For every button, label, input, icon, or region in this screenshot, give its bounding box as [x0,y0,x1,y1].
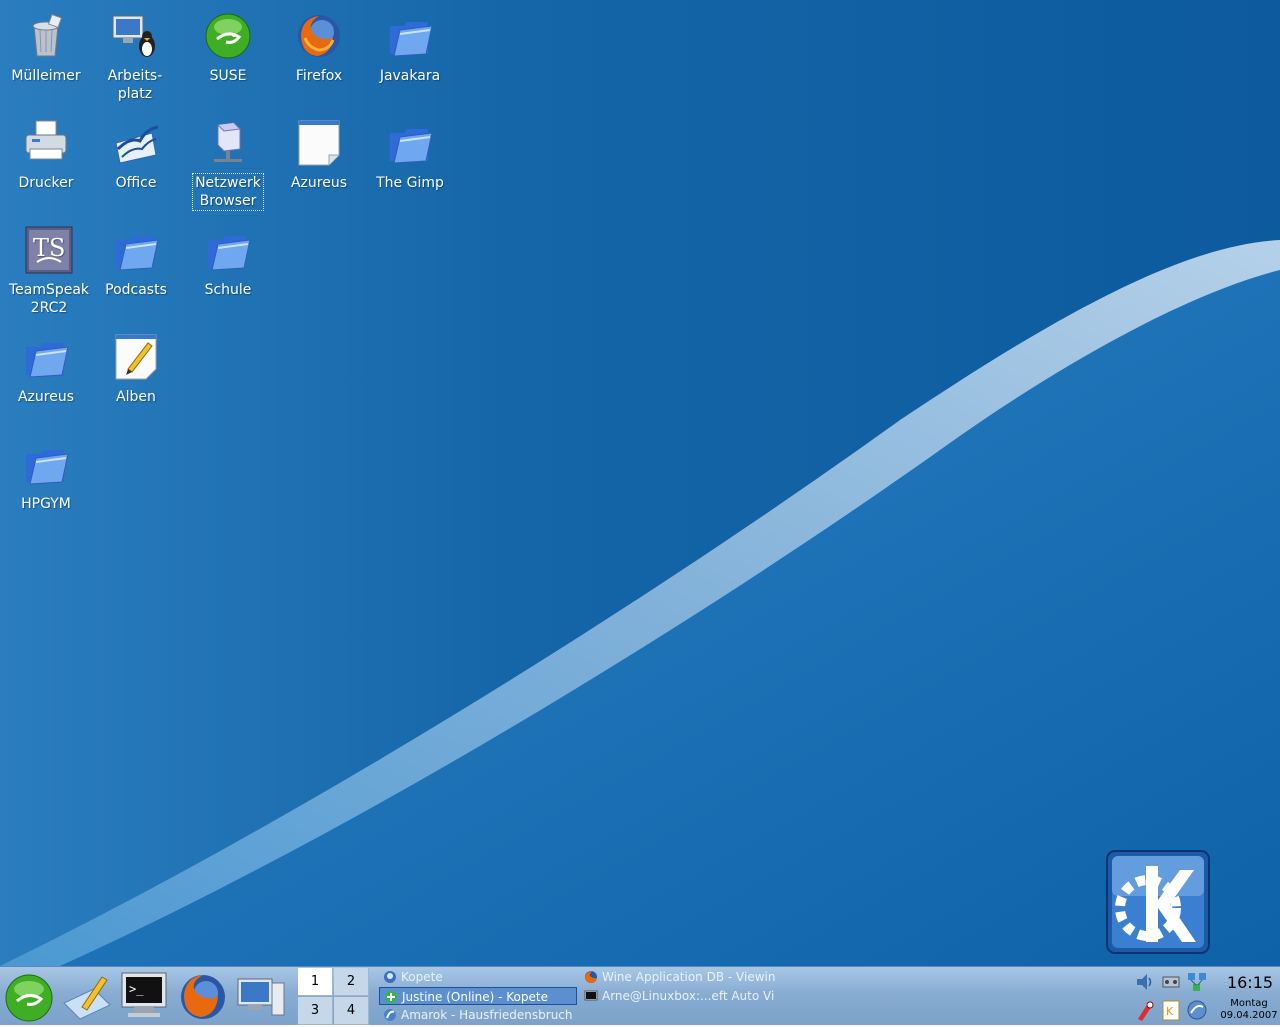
folder-icon [26,343,69,378]
kopete-status-icon [385,991,397,1003]
folder-icon [116,236,159,271]
volume-icon[interactable] [1134,971,1156,993]
firefox-launcher[interactable] [176,969,230,1023]
folder-icon [26,450,69,485]
desktop-icon-podcasts[interactable]: Podcasts [90,226,182,299]
desktop-icon-azureus-file[interactable]: Azureus [273,119,365,192]
desktop-icon-label: Schule [204,282,252,298]
desktop-icon-label: Javakara [379,68,441,84]
desktop-icon-office[interactable]: Office [90,119,182,192]
firefox-icon [585,971,597,983]
folder-icon [208,236,251,271]
clock-date: 09.04.2007 [1220,1010,1278,1021]
task-kopete-chat[interactable]: Justine (Online) - Kopete [379,987,577,1005]
desktop-icon-azureus-folder[interactable]: Azureus [0,333,92,406]
task-firefox-winedb[interactable]: Wine Application DB - Viewin [580,968,776,986]
amarok-icon [384,1009,396,1021]
pager-desktop-2[interactable]: 2 [334,968,369,996]
network-monitor-icon[interactable] [1160,971,1182,993]
pager-desktop-4[interactable]: 4 [334,997,369,1025]
terminal-icon [584,990,598,1001]
kwrite-icon [63,976,111,1020]
desktop-icon-workplace[interactable]: Arbeits- platz [89,12,181,103]
svg-text:>_: >_ [129,982,144,996]
printer-icon [25,120,67,160]
suse-menu-button[interactable] [2,969,56,1023]
klipper-icon[interactable] [1134,999,1156,1021]
suse-menu-icon [5,974,53,1022]
trash-icon [32,13,63,57]
network-icon [214,122,242,162]
pager-desktop-3[interactable]: 3 [298,997,333,1025]
desktop-icon-schule[interactable]: Schule [182,226,274,299]
desktop-icon-label: Office [115,175,157,191]
folder-icon [390,22,433,57]
kopete-icon [384,971,396,983]
terminal-icon: >_ [121,972,167,1017]
kde-logo-icon [1106,850,1210,954]
document-icon [298,120,340,166]
desktop-icon-firefox[interactable]: Firefox [273,12,365,85]
desktop-icon-label: HPGYM [21,496,71,512]
desktop-icon-gimp[interactable]: The Gimp [364,119,456,192]
task-label: Arne@Linuxbox:...eft Auto Vi [602,989,775,1003]
desktop[interactable]: Mülleimer Arbeits- platz SUSE Firefox Ja… [0,0,1280,966]
desktop-icon-label: Netzwerk Browser [192,173,264,211]
task-terminal[interactable]: Arne@Linuxbox:...eft Auto Vi [580,987,776,1005]
folder-icon [390,129,433,164]
teamspeak-icon: TS [25,226,73,274]
desktop-icon-label: Mülleimer [11,68,81,84]
clock-time[interactable]: 16:15 [1222,973,1278,992]
desktop-icon-hpgym[interactable]: HPGYM [0,440,92,513]
clock-day: Montag [1230,998,1268,1009]
suse-icon [205,13,251,59]
firefox-icon [181,975,225,1019]
computer-icon [237,978,285,1016]
computer-tux-icon [112,15,155,57]
terminal-launcher[interactable]: >_ [118,969,172,1023]
desktop-icon-label: SUSE [209,68,247,84]
computer-launcher[interactable] [234,969,288,1023]
update-icon[interactable] [1186,999,1208,1021]
taskbar-panel: >_ 1 2 3 4 Kopete Justine (Online) - Kop [0,966,1280,1025]
desktop-icon-label: Azureus [17,389,75,405]
desktop-icon-label: Alben [116,389,156,405]
office-icon [115,125,159,164]
desktop-icon-suse[interactable]: SUSE [182,12,274,85]
task-label: Justine (Online) - Kopete [402,990,548,1004]
pager-desktop-1[interactable]: 1 [298,968,333,996]
desktop-icon-label: Drucker [18,175,74,191]
kpdf-icon[interactable]: K [1160,999,1182,1021]
desktop-icon-printer[interactable]: Drucker [0,119,92,192]
text-edit-icon [115,334,157,380]
firefox-icon [298,15,340,57]
desktop-icon-alben[interactable]: Alben [90,333,182,406]
task-label: Amarok - Hausfriedensbruch [401,1008,573,1022]
desktop-icon-label: Azureus [290,175,348,191]
task-label: Kopete [401,970,443,984]
desktop-icon-teamspeak[interactable]: TS TeamSpeak 2RC2 [3,226,95,317]
network-status-icon[interactable] [1186,971,1208,993]
svg-text:K: K [1166,1005,1174,1018]
desktop-icon-label: Firefox [295,68,343,84]
desktop-icon-javakara[interactable]: Javakara [364,12,456,85]
desktop-icon-network[interactable]: Netzwerk Browser [182,119,274,211]
desktop-icon-label: The Gimp [376,175,444,191]
task-amarok[interactable]: Amarok - Hausfriedensbruch [379,1006,577,1024]
task-label: Wine Application DB - Viewin [602,970,776,984]
desktop-icon-trash[interactable]: Mülleimer [0,12,92,85]
desktop-icon-label: TeamSpeak 2RC2 [8,282,90,316]
kwrite-launcher[interactable] [60,969,114,1023]
task-kopete[interactable]: Kopete [379,968,577,986]
desktop-pager: 1 2 3 4 [298,967,370,1025]
desktop-icon-label: Podcasts [105,282,167,298]
desktop-icon-label: Arbeits- platz [107,68,163,102]
